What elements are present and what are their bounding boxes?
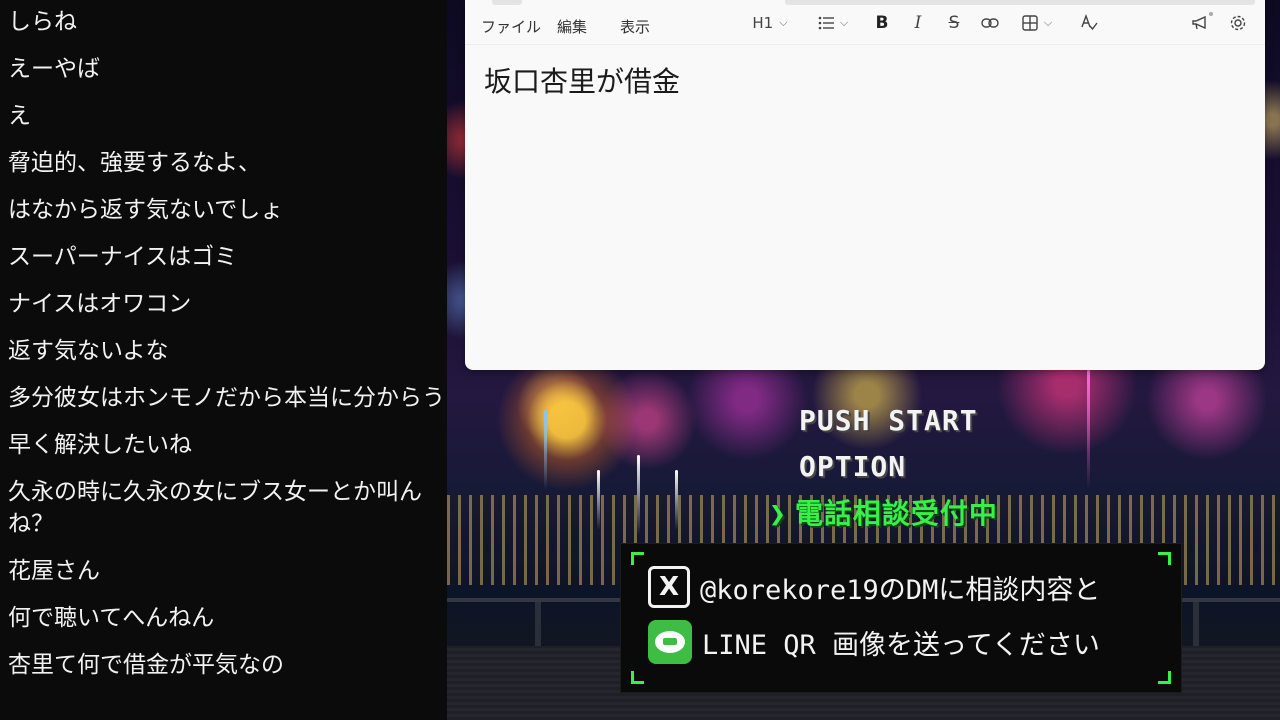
corner-mark: [1158, 552, 1171, 565]
heading-dropdown[interactable]: H1 ⌵: [748, 10, 792, 36]
gear-icon: [1230, 15, 1246, 31]
list-icon: [818, 16, 834, 30]
chat-message: 花屋さん: [8, 558, 100, 584]
menu-file[interactable]: ファイル: [481, 16, 541, 37]
corner-mark: [1158, 671, 1171, 684]
x-contact-text: @korekore19のDMに相談内容と: [700, 574, 1101, 606]
heading-label: H1: [752, 14, 774, 32]
link-icon: [981, 18, 999, 28]
megaphone-icon: [1192, 15, 1206, 30]
strikethrough-button[interactable]: S: [942, 10, 966, 36]
line-logo-icon: [648, 620, 692, 664]
chat-message: 返す気ないよな: [8, 338, 169, 364]
link-button[interactable]: [977, 10, 1003, 36]
x-contact-row: X @korekore19のDMに相談内容と: [648, 566, 1100, 608]
notepad-window: ファイル 編集 表示 H1 ⌵ ⌵ B I S ⌵ 坂口杏里が借金: [465, 0, 1265, 370]
bold-button[interactable]: B: [870, 10, 894, 36]
chat-message: 杏里て何で借金が平気なの: [8, 652, 284, 678]
corner-mark: [631, 671, 644, 684]
spellcheck-button[interactable]: [1076, 10, 1102, 36]
editor-text-heading[interactable]: 坂口杏里が借金: [484, 60, 680, 100]
tab-strip: [785, 0, 1255, 5]
chevron-down-icon: ⌵: [839, 16, 849, 29]
firework-trail: [637, 455, 640, 535]
chevron-down-icon: ⌵: [779, 16, 788, 29]
chat-message: スーパーナイスはゴミ: [8, 244, 238, 270]
menu-edit[interactable]: 編集: [557, 16, 587, 37]
settings-button[interactable]: [1225, 10, 1251, 36]
chat-message: え: [8, 103, 31, 129]
chevron-down-icon: ⌵: [1043, 16, 1053, 29]
line-contact-text: LINE QR 画像を送ってください: [702, 629, 1100, 661]
chat-message: 早く解決したいね: [8, 432, 192, 458]
push-start-label: PUSH START: [799, 404, 978, 437]
menu-view[interactable]: 表示: [620, 16, 650, 37]
table-dropdown[interactable]: ⌵: [1016, 10, 1058, 36]
line-contact-row: LINE QR 画像を送ってください: [648, 620, 1100, 664]
tab-strip: [492, 0, 522, 5]
phone-consult-text: 電話相談受付中: [794, 497, 998, 530]
contact-info-box: X @korekore19のDMに相談内容と LINE QR 画像を送ってくださ…: [620, 543, 1182, 693]
list-dropdown[interactable]: ⌵: [812, 10, 854, 36]
chat-message: ナイスはオワコン: [8, 291, 192, 317]
chat-message: えーやば: [8, 56, 100, 82]
firework-trail: [597, 470, 600, 530]
chat-message: 脅迫的、強要するなよ、: [8, 150, 261, 176]
firework-trail: [1087, 370, 1090, 490]
x-logo-icon: X: [648, 566, 690, 608]
chat-panel: しらねえーやばえ脅迫的、強要するなよ、 はなから返す気ないでしょ スーパーナイスはゴ…: [0, 0, 447, 720]
spellcheck-icon: [1081, 14, 1098, 31]
option-label: OPTION: [799, 450, 907, 483]
italic-button[interactable]: I: [906, 10, 930, 36]
chat-message: 多分彼女はホンモノだから本当に分からう: [8, 385, 445, 411]
corner-mark: [631, 552, 644, 565]
notification-dot: [1209, 12, 1213, 16]
chat-message: 久永の時に久永の女にブス女ーとか叫んね？: [8, 479, 422, 537]
firework-trail: [675, 470, 678, 530]
chat-message: はなから返す気ないでしょ: [8, 197, 284, 223]
chat-message: しらね: [8, 9, 77, 35]
phone-consult-label: ❯ 電話相談受付中: [769, 492, 998, 532]
firework-trail: [544, 410, 547, 490]
chevron-right-icon: ❯: [769, 497, 787, 530]
table-icon: [1022, 15, 1038, 31]
chat-message: 何で聴いてへんねん: [8, 605, 215, 631]
editor-toolbar: ファイル 編集 表示 H1 ⌵ ⌵ B I S ⌵: [465, 0, 1265, 45]
